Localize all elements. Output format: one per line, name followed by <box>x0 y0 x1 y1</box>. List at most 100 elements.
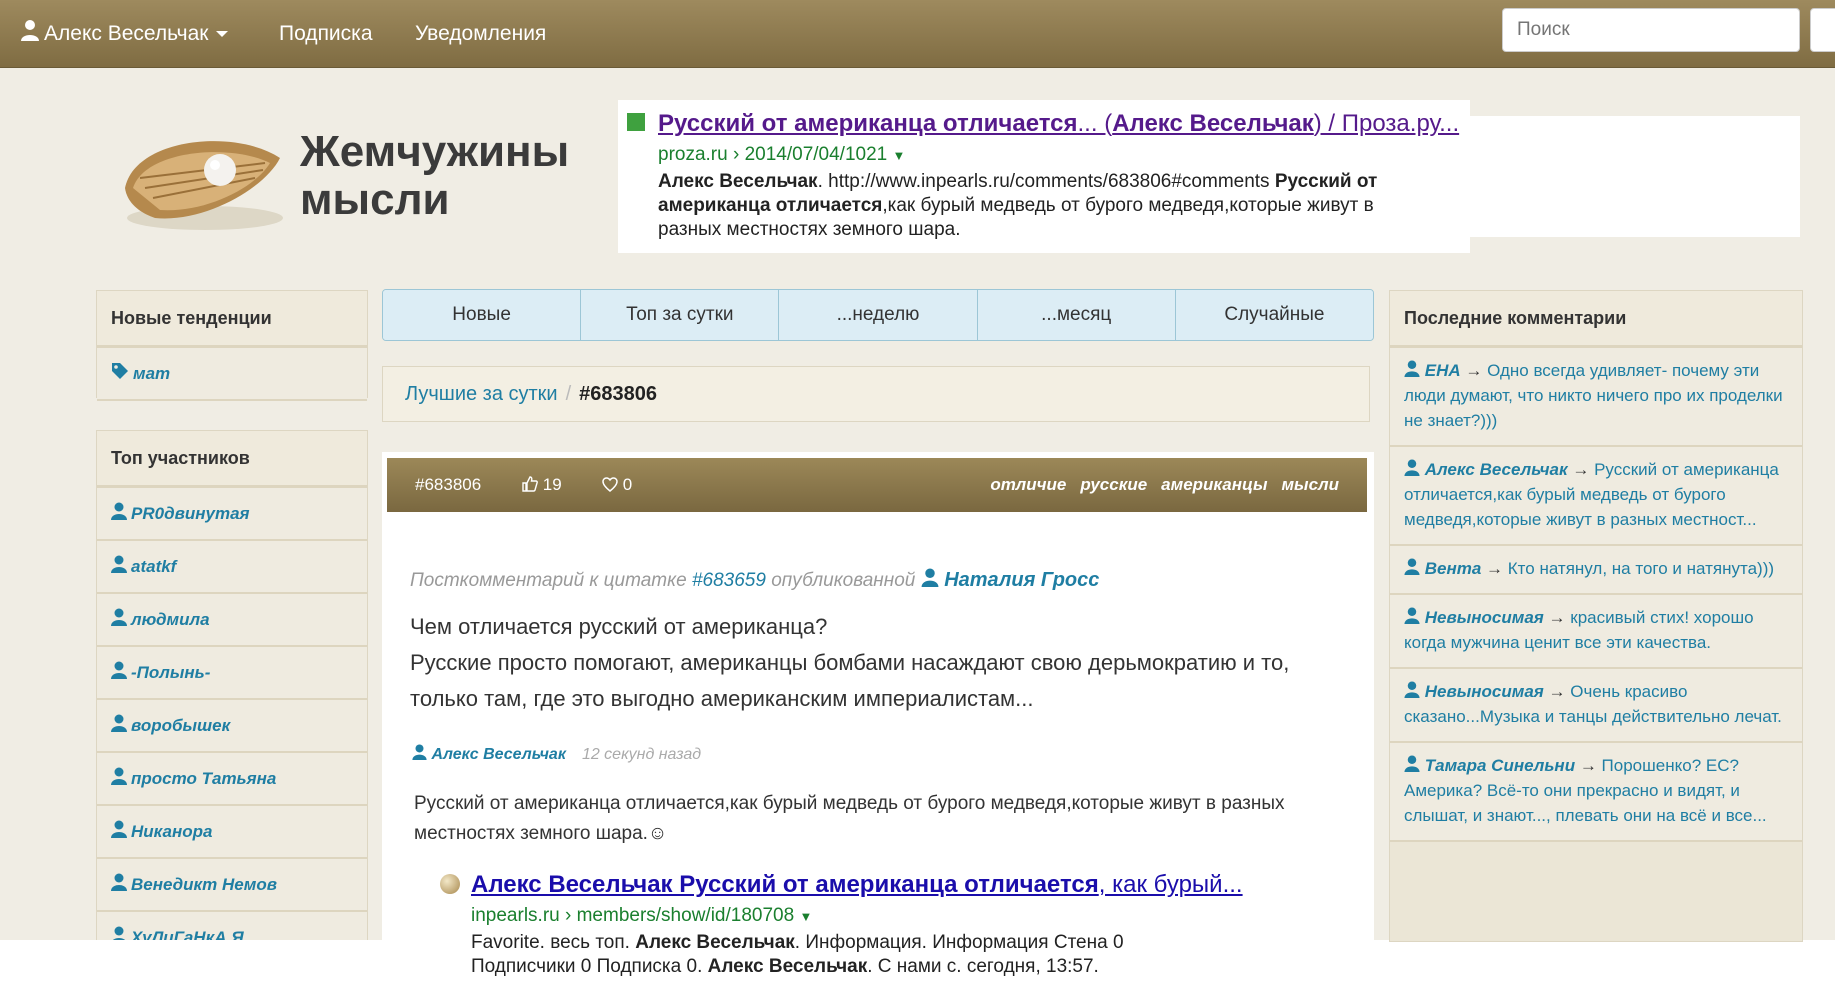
favorite-button[interactable]: 0 <box>602 458 632 512</box>
desc-text: Favorite. весь топ. <box>471 932 636 953</box>
arrow-right-icon: → <box>1465 361 1483 380</box>
recent-comment-item[interactable]: Вента → Кто натянул, на того и натянута)… <box>1390 546 1802 595</box>
logo-line-2: мысли <box>300 175 450 224</box>
recent-comment-item[interactable]: ЕНА → Одно всегда удивляет- почему эти л… <box>1390 348 1802 447</box>
user-icon <box>1404 681 1420 701</box>
tab-top-day[interactable]: Топ за сутки <box>581 290 780 340</box>
user-icon <box>111 648 127 699</box>
postcomment-prefix: Посткомментарий к цитатке <box>410 570 687 591</box>
quote-text: Чем отличается русский от американца? Ру… <box>410 609 1350 717</box>
tab-week[interactable]: ...неделю <box>779 290 978 340</box>
tag-link[interactable]: американцы <box>1161 475 1267 494</box>
thumbs-up-icon <box>522 475 538 494</box>
title-highlight: Алекс Весельчак Русский от американца от… <box>471 871 1099 898</box>
desc-text: . С нами с. сегодня, 13:57. <box>867 956 1099 977</box>
search-input[interactable] <box>1502 8 1800 52</box>
user-icon <box>111 489 127 540</box>
search-button[interactable] <box>1810 8 1835 52</box>
recent-comments-title: Последние комментарии <box>1390 291 1802 348</box>
post-id-link[interactable]: #683806 <box>415 458 481 512</box>
top-user-item[interactable]: просто Татьяна <box>97 753 367 806</box>
desc-text: Подписчики 0 Подписка 0. <box>471 956 708 977</box>
user-menu[interactable]: Алекс Весельчак <box>20 0 229 67</box>
top-users-title: Топ участников <box>97 431 367 488</box>
tab-new[interactable]: Новые <box>383 290 582 340</box>
comment-author-name: Алекс Весельчак <box>431 746 566 763</box>
comment-author-name[interactable]: ЕНА <box>1425 361 1461 380</box>
top-user-item[interactable]: людмила <box>97 594 367 647</box>
title-part: ... ( <box>1077 110 1113 137</box>
desc-text: . Информация. Информация Стена 0 <box>794 932 1124 953</box>
recent-comment-item[interactable]: Невыносимая → Очень красиво сказано...Му… <box>1390 669 1802 743</box>
top-user-name: просто Татьяна <box>131 769 277 788</box>
search-result-title[interactable]: Алекс Весельчак Русский от американца от… <box>471 871 1351 899</box>
search-result-url[interactable]: inpearls.ru › members/show/id/180708 ▼ <box>471 905 1351 927</box>
comment-text: Русский от американца отличается,как бур… <box>414 793 1285 844</box>
recent-comment-item[interactable]: Алекс Весельчак → Русский от американца … <box>1390 447 1802 546</box>
tag-icon <box>111 349 129 400</box>
comment-author-name[interactable]: Алекс Весельчак <box>1425 460 1568 479</box>
like-button[interactable]: 19 <box>522 458 562 512</box>
comment-time: 12 секунд назад <box>581 746 702 763</box>
comment-author-name[interactable]: Вента <box>1425 559 1482 578</box>
logo-image[interactable] <box>115 118 290 238</box>
quote-line-1: Чем отличается русский от американца? <box>410 614 828 639</box>
arrow-right-icon: → <box>1548 608 1566 627</box>
recent-comments-panel: Последние комментарии ЕНА → Одно всегда … <box>1389 290 1803 942</box>
breadcrumb-current: #683806 <box>579 383 658 405</box>
heart-icon <box>602 475 618 494</box>
top-user-item[interactable]: Венедикт Немов <box>97 859 367 912</box>
comment-author-name[interactable]: Невыносимая <box>1425 608 1544 627</box>
user-icon <box>1404 459 1420 479</box>
top-user-item[interactable]: Никанора <box>97 806 367 859</box>
tag-link[interactable]: мысли <box>1281 475 1339 494</box>
tag-link[interactable]: русские <box>1080 475 1147 494</box>
quote-line-2: Русские просто помогают, американцы бомб… <box>410 650 1290 711</box>
post-header-bar: #683806 19 0 отличие русские американцы мыс… <box>387 458 1367 512</box>
logo-text[interactable]: Жемчужины мысли <box>300 128 569 224</box>
postcomment-meta: Посткомментарий к цитатке #683659 опубли… <box>410 568 1099 592</box>
dropdown-arrow-icon: ▼ <box>892 148 906 163</box>
top-user-item[interactable]: PR0двинутая <box>97 488 367 541</box>
comment-preview[interactable]: Кто натянул, на того и натянута))) <box>1508 559 1774 578</box>
top-user-item[interactable]: воробышек <box>97 700 367 753</box>
search-result-url[interactable]: proza.ru › 2014/07/04/1021 ▼ <box>658 144 1459 166</box>
tab-month[interactable]: ...месяц <box>977 290 1176 340</box>
recent-comment-item[interactable]: Тамара Синельни → Порошенко? ЕС? Америка… <box>1390 743 1802 842</box>
breadcrumb-separator: / <box>565 383 572 405</box>
search-result-title[interactable]: Русский от американца отличается... (Але… <box>658 110 1459 138</box>
breadcrumb-parent-link[interactable]: Лучшие за сутки <box>405 383 558 405</box>
desc-line-1: Favorite. весь топ. Алекс Весельчак. Инф… <box>471 931 1351 955</box>
quote-ref-link[interactable]: #683659 <box>692 570 766 591</box>
comment-author-name[interactable]: Тамара Синельни <box>1425 756 1575 775</box>
trend-item[interactable]: мат <box>97 348 367 401</box>
breadcrumb: Лучшие за сутки / #683806 <box>382 366 1370 422</box>
top-user-item[interactable]: -Полынь- <box>97 647 367 700</box>
search-result-description: Favorite. весь топ. Алекс Весельчак . Инф… <box>471 931 1351 979</box>
user-icon <box>921 568 939 591</box>
user-icon <box>111 701 127 752</box>
logo-line-1: Жемчужины <box>300 127 570 176</box>
tab-random[interactable]: Случайные <box>1175 290 1373 340</box>
top-user-name: людмила <box>131 610 210 629</box>
search-result-top: Русский от американца отличается... (Але… <box>658 110 1459 242</box>
user-icon <box>1404 360 1420 380</box>
recent-comment-item[interactable]: Невыносимая → красивый стих! хорошо когд… <box>1390 595 1802 669</box>
top-user-name: воробышек <box>131 716 231 735</box>
arrow-right-icon: → <box>1572 460 1590 479</box>
top-user-item[interactable]: atatkf <box>97 541 367 594</box>
quote-author-link[interactable]: Наталия Гросс <box>921 568 1100 591</box>
comment-author-link[interactable]: Алекс Весельчак <box>412 744 566 763</box>
user-menu-label: Алекс Весельчак <box>44 22 209 45</box>
comment-author-name[interactable]: Невыносимая <box>1425 682 1544 701</box>
desc-highlight: Алекс Весельчак <box>707 956 868 977</box>
user-icon <box>1404 755 1420 775</box>
top-user-name: Венедикт Немов <box>131 875 277 894</box>
quote-author-name: Наталия Гросс <box>944 569 1100 591</box>
notifications-link[interactable]: Уведомления <box>415 0 546 67</box>
top-user-name: atatkf <box>131 557 177 576</box>
subscription-link[interactable]: Подписка <box>279 0 373 67</box>
comment-preview[interactable]: Одно всегда удивляет- почему эти люди ду… <box>1404 361 1783 430</box>
tag-link[interactable]: отличие <box>990 475 1066 494</box>
snippet-top-background-ext <box>1470 116 1800 237</box>
